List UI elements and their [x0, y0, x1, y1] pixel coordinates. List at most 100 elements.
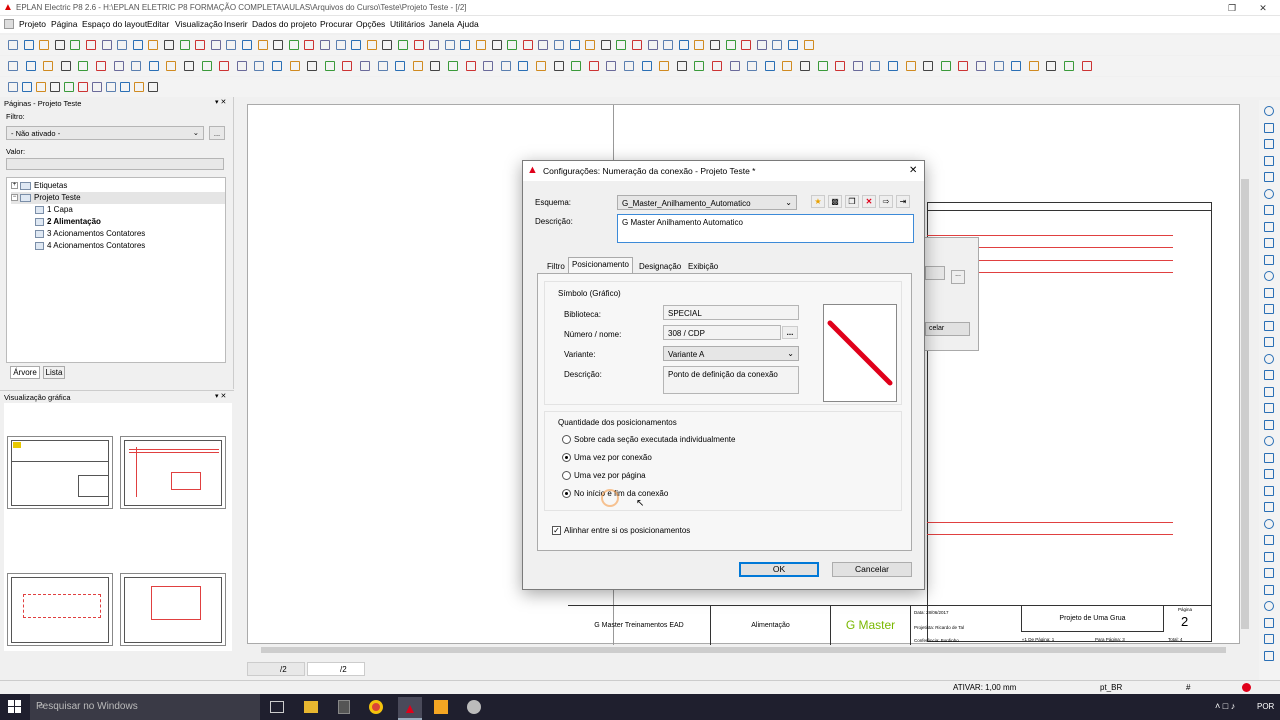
toolbar-button-icon[interactable] — [694, 40, 705, 50]
cancel-button[interactable]: Cancelar — [832, 562, 912, 577]
toolbar-button-icon[interactable] — [113, 61, 124, 71]
error-status-icon[interactable] — [1242, 683, 1251, 692]
pin-icon[interactable]: ▾ ✕ — [215, 392, 226, 400]
toolbar-button-icon[interactable] — [166, 61, 177, 71]
drawing-tool-icon[interactable] — [1264, 518, 1274, 529]
toolbar-button-icon[interactable] — [101, 40, 112, 50]
toolbar-button-icon[interactable] — [8, 40, 18, 50]
calculator-icon[interactable] — [338, 700, 350, 714]
toolbar-button-icon[interactable] — [39, 40, 50, 50]
chrome-icon[interactable] — [369, 700, 383, 714]
toolbar-button-icon[interactable] — [782, 61, 793, 71]
menu-pagina[interactable]: Página — [51, 19, 77, 29]
drawing-tool-icon[interactable] — [1264, 271, 1274, 281]
scheme-select[interactable]: G_Master_Anilhamento_Automatico ⌄ — [617, 195, 797, 210]
tree-item-etiquetas[interactable]: + Etiquetas — [11, 180, 67, 192]
menu-espaco-layout[interactable]: Espaço do layout — [82, 19, 147, 29]
menu-visualizacao[interactable]: Visualização — [175, 19, 223, 29]
toolbar-button-icon[interactable] — [320, 40, 330, 50]
drawing-tool-icon[interactable] — [1264, 568, 1274, 578]
drawing-tool-icon[interactable] — [1264, 155, 1274, 166]
toolbar-button-icon[interactable] — [800, 61, 810, 71]
toolbar-button-icon[interactable] — [412, 61, 423, 71]
tab-designacao[interactable]: Designação — [636, 260, 684, 274]
toolbar-button-icon[interactable] — [500, 61, 511, 71]
toolbar-button-icon[interactable] — [395, 61, 406, 71]
toolbar-button-icon[interactable] — [134, 82, 144, 92]
toolbar-button-icon[interactable] — [1046, 61, 1057, 71]
tree-item-page-1[interactable]: 1 Capa — [35, 204, 73, 216]
toolbar-button-icon[interactable] — [585, 40, 596, 50]
ok-button[interactable]: OK — [739, 562, 819, 577]
toolbar-button-icon[interactable] — [538, 40, 549, 50]
drawing-tool-icon[interactable] — [1264, 386, 1274, 397]
menu-inserir[interactable]: Inserir — [224, 19, 248, 29]
toolbar-button-icon[interactable] — [106, 82, 116, 92]
toolbar-button-icon[interactable] — [1011, 61, 1022, 71]
toolbar-button-icon[interactable] — [788, 40, 798, 50]
drawing-tool-icon[interactable] — [1264, 469, 1274, 479]
menu-utilitarios[interactable]: Utilitários — [390, 19, 425, 29]
toolbar-button-icon[interactable] — [60, 61, 71, 71]
toolbar-button-icon[interactable] — [272, 61, 282, 71]
drawing-tool-icon[interactable] — [1264, 502, 1274, 512]
toolbar-button-icon[interactable] — [164, 40, 174, 50]
toolbar-button-icon[interactable] — [195, 40, 206, 50]
toolbar-button-icon[interactable] — [747, 61, 758, 71]
toolbar-button-icon[interactable] — [852, 61, 863, 71]
toolbar-button-icon[interactable] — [23, 40, 34, 50]
value-input[interactable] — [6, 158, 224, 170]
settings-taskbar-icon[interactable] — [467, 700, 481, 714]
new-scheme-icon[interactable]: ★ — [811, 195, 825, 208]
thumbnail-page-1[interactable] — [7, 436, 113, 509]
thumbnail-page-3[interactable] — [7, 573, 113, 646]
page-tab-2[interactable]: /2 — [307, 662, 365, 676]
menu-dados-projeto[interactable]: Dados do projeto — [252, 19, 317, 29]
toolbar-button-icon[interactable] — [993, 61, 1004, 71]
toolbar-button-icon[interactable] — [43, 61, 54, 71]
toolbar-button-icon[interactable] — [366, 40, 377, 50]
toolbar-button-icon[interactable] — [694, 61, 705, 71]
toolbar-button-icon[interactable] — [148, 61, 159, 71]
export-scheme-icon[interactable]: ⇥ — [896, 195, 910, 208]
toolbar-button-icon[interactable] — [817, 61, 828, 71]
toolbar-button-icon[interactable] — [465, 61, 476, 71]
number-browse-button[interactable]: ... — [782, 326, 798, 339]
eplan-taskbar-icon[interactable]: ▲ — [398, 697, 422, 720]
tree-item-page-4[interactable]: 4 Acionamentos Contatores — [35, 240, 145, 252]
document-icon[interactable] — [4, 19, 14, 29]
toolbar-button-icon[interactable] — [1028, 61, 1039, 71]
toolbar-button-icon[interactable] — [756, 40, 767, 50]
toolbar-button-icon[interactable] — [430, 61, 441, 71]
toolbar-button-icon[interactable] — [377, 61, 388, 71]
toolbar-button-icon[interactable] — [923, 61, 934, 71]
toolbar-button-icon[interactable] — [522, 40, 533, 50]
toolbar-button-icon[interactable] — [179, 40, 190, 50]
toolbar-button-icon[interactable] — [304, 40, 315, 50]
toolbar-button-icon[interactable] — [571, 61, 582, 71]
page-tab-1[interactable]: /2 — [247, 662, 305, 676]
toolbar-button-icon[interactable] — [324, 61, 335, 71]
menu-projeto[interactable]: Projeto — [19, 19, 46, 29]
thumbnail-page-2[interactable] — [120, 436, 226, 509]
library-field[interactable]: SPECIAL — [663, 305, 799, 320]
tree-item-page-3[interactable]: 3 Acionamentos Contatores — [35, 228, 145, 240]
language-indicator[interactable]: POR — [1257, 702, 1274, 711]
toolbar-button-icon[interactable] — [131, 61, 142, 71]
toolbar-button-icon[interactable] — [184, 61, 194, 71]
toolbar-button-icon[interactable] — [870, 61, 881, 71]
toolbar-button-icon[interactable] — [940, 61, 951, 71]
toolbar-button-icon[interactable] — [444, 40, 455, 50]
drawing-tool-icon[interactable] — [1264, 304, 1274, 314]
toolbar-button-icon[interactable] — [678, 40, 689, 50]
toolbar-button-icon[interactable] — [54, 40, 65, 50]
restore-icon[interactable]: ❐ — [1225, 1, 1239, 15]
drawing-tool-icon[interactable] — [1264, 650, 1274, 661]
toolbar-button-icon[interactable] — [647, 40, 658, 50]
drawing-tool-icon[interactable] — [1264, 370, 1274, 380]
toolbar-button-icon[interactable] — [741, 40, 752, 50]
import-scheme-icon[interactable]: ⇨ — [879, 195, 893, 208]
toolbar-button-icon[interactable] — [569, 40, 580, 50]
drawing-tool-icon[interactable] — [1264, 172, 1274, 182]
toolbar-button-icon[interactable] — [632, 40, 642, 50]
